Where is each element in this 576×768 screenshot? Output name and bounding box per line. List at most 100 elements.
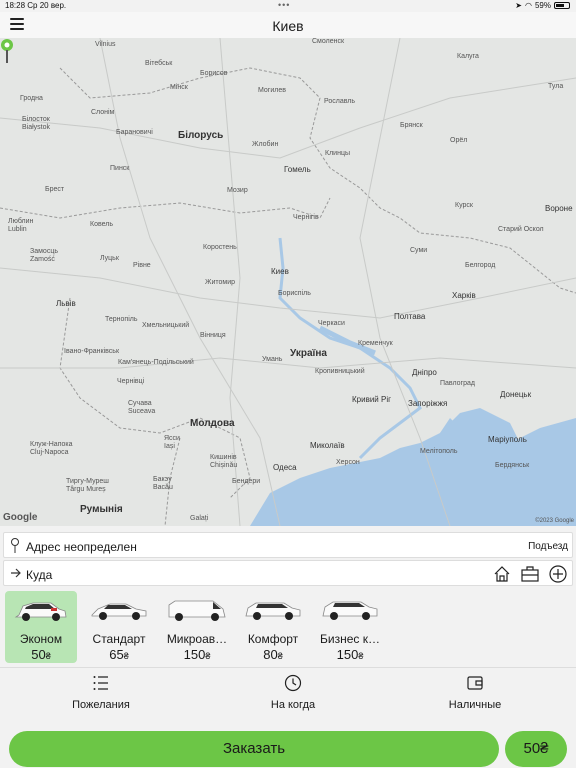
battery-percent: 59% — [534, 1, 551, 10]
map-label-lublin: Люблин Lublin — [8, 218, 34, 233]
car-minivan-icon — [168, 600, 226, 621]
to-address-field[interactable]: Куда — [3, 560, 573, 586]
wallet-icon — [436, 672, 514, 694]
map-label-kamianets: Кам'янець-Подільський — [118, 359, 194, 366]
add-stop-icon[interactable] — [547, 563, 569, 585]
map-label-roslavl: Рославль — [324, 98, 356, 105]
map-label-boryspil: Бориспіль — [278, 290, 311, 297]
map-label-baranovichi: Барановичі — [116, 129, 153, 136]
map-label-iasi: Ясси Iași — [164, 435, 180, 450]
tariff-business[interactable]: Бизнес к… 150₴ — [314, 591, 386, 663]
map-label-lutsk: Луцьк — [100, 255, 119, 262]
map-copyright: ©2023 Google — [535, 518, 574, 524]
map-label-belgorod: Белгород — [465, 262, 496, 269]
map-label-kherson: Херсон — [336, 459, 360, 466]
clock-icon — [254, 672, 332, 694]
car-business-suv-icon — [322, 601, 378, 620]
map-label-mariupol: Маріуполь — [488, 435, 527, 444]
map-label-vilnius: Vilnius — [95, 41, 116, 48]
map-label-ivano: Івано-Франківськ — [64, 348, 120, 355]
map-label-vinnytsia: Вінниця — [200, 332, 226, 339]
tariff-standard[interactable]: Стандарт 65₴ — [83, 591, 155, 663]
price-button[interactable]: 50₴ — [505, 731, 567, 767]
map-label-kharkiv: Харків — [452, 291, 476, 300]
map-label-rivne: Рівне — [133, 262, 151, 269]
tariff-price: 80₴ — [263, 647, 283, 662]
map-label-bakau: Бакэу Bacău — [153, 476, 173, 491]
map-label-zamosc: Замосць Zamość — [30, 248, 58, 263]
pickup-pin-icon — [11, 538, 19, 553]
tariff-price: 150₴ — [336, 647, 364, 662]
map-label-kovel: Ковель — [90, 221, 114, 228]
tariff-price: 65₴ — [109, 647, 129, 662]
map-label-tighina: Бендери — [232, 478, 261, 485]
map-label-bryansk: Брянск — [400, 122, 423, 129]
map-label-suceava: Сучава Suceava — [128, 400, 156, 415]
map-label-brest: Брест — [45, 186, 65, 193]
tariff-name: Бизнес к… — [320, 632, 380, 646]
map-label-odesa: Одеса — [273, 463, 297, 472]
map-label-sumy: Суми — [410, 247, 428, 254]
schedule-label: На когда — [270, 699, 316, 711]
map-label-kaluga: Калуга — [457, 53, 479, 60]
map-label-zhytomyr: Житомир — [205, 279, 236, 286]
schedule-button[interactable]: На когда — [254, 672, 332, 711]
map-label-kluj: Клуж-Напока Cluj-Napoca — [30, 441, 73, 456]
map-label-smolensk: Смоленск — [312, 38, 345, 45]
list-icon — [62, 672, 140, 694]
wishes-button[interactable]: Пожелания — [62, 672, 140, 711]
map-label-poltava: Полтава — [394, 312, 426, 321]
home-icon[interactable] — [491, 563, 513, 585]
multitask-dots[interactable]: ••• — [278, 0, 290, 10]
tariff-name: Комфорт — [247, 632, 299, 646]
battery-icon — [554, 2, 570, 9]
map-label-mykolaiv: Миколаїв — [310, 441, 345, 450]
entrance-button[interactable]: Подъезд — [528, 541, 568, 552]
tariff-selector: Эконом 50₴ Стандарт 65₴ Микроав… 150₴ Ко… — [0, 589, 576, 665]
map-label-khmelnytskyi: Хмельницький — [142, 322, 190, 329]
car-sedan-icon — [91, 603, 147, 620]
map-label-ukraine: Україна — [290, 348, 327, 359]
briefcase-icon[interactable] — [519, 563, 541, 585]
order-button[interactable]: Заказать — [9, 731, 499, 767]
map-label-tula: Тула — [548, 83, 564, 90]
map-label-uman: Умань — [262, 356, 283, 363]
map-label-kryvyi: Кривий Ріг — [352, 395, 392, 404]
map-view[interactable]: Vilnius Смоленск Калуга Тула Гродна Мінс… — [0, 38, 576, 526]
map-label-chernihiv: Чернігів — [293, 214, 319, 221]
map-label-bialystok: Білосток Białystok — [22, 116, 51, 131]
map-label-minsk: Мінск — [170, 84, 188, 91]
page-title: Киев — [272, 18, 304, 34]
divider — [0, 667, 576, 668]
tariff-econom[interactable]: Эконом 50₴ — [5, 591, 77, 663]
map-canvas — [0, 38, 576, 526]
map-label-zhlobin: Жлобин — [252, 141, 279, 148]
wishes-label: Пожелания — [72, 699, 130, 711]
map-label-grodno: Гродна — [20, 95, 43, 102]
map-label-belarus: Білорусь — [178, 130, 224, 141]
status-time: 18:28 Ср 20 вер. — [5, 1, 67, 10]
map-label-berdiansk: Бердянськ — [495, 462, 530, 469]
tariff-comfort[interactable]: Комфорт 80₴ — [237, 591, 309, 663]
payment-label: Наличные — [448, 699, 502, 711]
map-label-klintsy: Клинцы — [325, 150, 350, 157]
map-label-targu: Тиргу-Муреш Târgu Mureș — [66, 478, 109, 493]
map-label-zaporizhzhia: Запоріжжя — [408, 399, 448, 408]
from-address-label: Адрес неопределен — [26, 540, 137, 554]
map-label-cherkasy: Черкаси — [318, 320, 345, 327]
wifi-icon: ◠ — [525, 1, 532, 10]
to-address-label: Куда — [26, 568, 53, 582]
tariff-minivan[interactable]: Микроав… 150₴ — [161, 591, 233, 663]
from-address-field[interactable]: Адрес неопределен Подъезд — [3, 532, 573, 558]
map-label-mozyr: Мозир — [227, 187, 248, 194]
location-pin-icon[interactable] — [0, 38, 14, 64]
map-label-voronezh: Вороне — [545, 204, 573, 213]
car-crossover-icon — [14, 602, 67, 621]
map-label-galati: Galați — [190, 515, 209, 522]
app-header: Киев — [0, 12, 576, 38]
tariff-price: 150₴ — [183, 647, 211, 662]
map-label-chisinau: Кишинів Chișinău — [210, 454, 238, 469]
arrow-right-icon — [11, 568, 21, 578]
map-label-starobelsk: Старий Оскол — [498, 226, 544, 233]
payment-button[interactable]: Наличные — [436, 672, 514, 711]
